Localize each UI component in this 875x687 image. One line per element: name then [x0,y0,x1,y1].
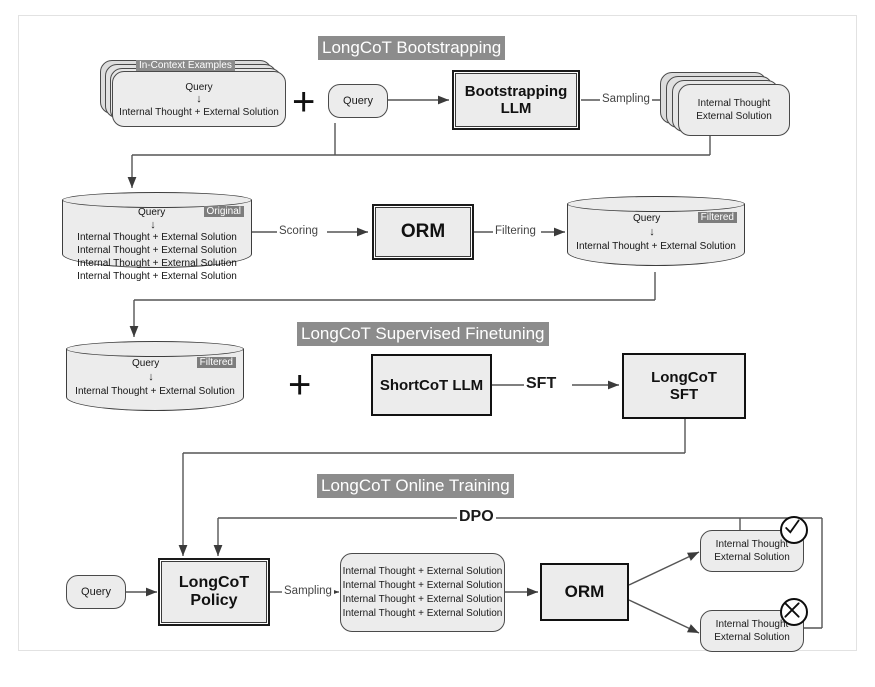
original-db-query-label: Query [138,207,166,218]
longcot-policy-line2: Policy [190,592,238,609]
bootstrapping-llm-box[interactable]: Bootstrapping LLM [452,70,580,130]
longcot-policy-line1: LongCoT [178,574,250,591]
filtering-label: Filtering [493,225,538,237]
dpo-label: DPO [457,508,496,526]
cylinder-top-ellipse [567,196,745,212]
in-context-card-body: Internal Thought + External Solution [119,107,279,118]
bootstrapped-sample-card[interactable]: Internal Thought External Solution [678,84,790,136]
original-db-tag: Original [203,206,244,217]
longcot-policy-box[interactable]: LongCoT Policy [158,558,270,626]
query-box-label: Query [343,95,373,107]
plus-sign-bootstrapping: + [292,80,316,124]
online-sample-row: Internal Thought + External Solution [342,608,503,619]
bootstrapped-samples-stack: Internal Thought External Solution [660,72,790,138]
sft-label: SFT [524,375,559,393]
in-context-examples-stack: Query ↓ Internal Thought + External Solu… [100,60,286,128]
rejected-line1: Internal Thought [715,619,789,630]
original-db-row: Internal Thought + External Solution [77,232,237,243]
original-db-row: Internal Thought + External Solution [77,245,237,256]
filtered-db-sft-arrow-icon: ↓ [148,371,154,383]
cross-mark-icon [780,598,808,626]
longcot-sft-line1: LongCoT [651,369,717,386]
filtered-db-tag: Filtered [697,212,737,223]
bootstrapping-llm-line2: LLM [500,100,532,117]
orm-box-online[interactable]: ORM [540,563,629,621]
section-title-online-training: LongCoT Online Training [317,474,514,498]
section-title-bootstrapping: LongCoT Bootstrapping [318,36,506,60]
shortcot-llm-label: ShortCoT LLM [379,376,484,394]
filtered-dataset-sft-content: Query Filtered ↓ Internal Thought + Exte… [66,357,244,398]
sampling-label-bootstrapping: Sampling [600,93,652,105]
original-db-arrow-icon: ↓ [150,219,156,231]
longcot-sft-line2: SFT [669,386,699,403]
original-dataset-cylinder[interactable]: Query Original ↓ Internal Thought + Exte… [62,192,252,282]
filtered-dataset-content: Query Filtered ↓ Internal Thought + Exte… [567,212,745,253]
plus-sign-sft: + [288,363,312,407]
filtered-db-query-label: Query [633,213,661,224]
in-context-card-query: Query [185,82,213,93]
shortcot-llm-box[interactable]: ShortCoT LLM [371,354,492,416]
diagram-canvas: LongCoT Bootstrapping LongCoT Supervised… [0,0,875,687]
orm-box-label: ORM [400,221,446,242]
rejected-line2: External Solution [714,632,790,643]
online-sample-row: Internal Thought + External Solution [342,566,503,577]
chosen-line2: External Solution [714,552,790,563]
filtered-db-row: Internal Thought + External Solution [576,241,736,252]
online-sample-row: Internal Thought + External Solution [342,594,503,605]
bootstrapping-llm-line1: Bootstrapping [464,83,568,100]
sample-line1: Internal Thought [697,98,771,109]
online-samples-card[interactable]: Internal Thought + External Solution Int… [340,553,505,632]
sample-line2: External Solution [696,111,772,122]
in-context-example-card[interactable]: Query ↓ Internal Thought + External Solu… [112,71,286,127]
query-box-bootstrapping[interactable]: Query [328,84,388,118]
query-box-online[interactable]: Query [66,575,126,609]
orm-box-online-label: ORM [564,582,605,601]
scoring-label: Scoring [277,225,320,237]
orm-box-scoring[interactable]: ORM [372,204,474,260]
filtered-db-arrow-icon: ↓ [649,226,655,238]
original-dataset-content: Query Original ↓ Internal Thought + Exte… [62,206,252,283]
query-box-online-label: Query [81,586,111,598]
online-sample-row: Internal Thought + External Solution [342,580,503,591]
original-db-row: Internal Thought + External Solution [77,271,237,282]
filtered-dataset-cylinder-sft[interactable]: Query Filtered ↓ Internal Thought + Exte… [66,341,244,417]
filtered-db-sft-row: Internal Thought + External Solution [75,386,235,397]
filtered-db-sft-tag: Filtered [196,357,236,368]
section-title-sft: LongCoT Supervised Finetuning [297,322,549,346]
longcot-sft-box[interactable]: LongCoT SFT [622,353,746,419]
filtered-dataset-cylinder-top[interactable]: Query Filtered ↓ Internal Thought + Exte… [567,196,745,272]
original-db-row: Internal Thought + External Solution [77,258,237,269]
check-mark-icon [780,516,808,544]
filtered-db-sft-query-label: Query [132,358,160,369]
in-context-examples-tag: In-Context Examples [136,60,235,71]
chosen-line1: Internal Thought [715,539,789,550]
in-context-card-arrow-icon: ↓ [196,93,202,105]
sampling-label-online: Sampling [282,585,334,597]
cylinder-top-ellipse [66,341,244,357]
